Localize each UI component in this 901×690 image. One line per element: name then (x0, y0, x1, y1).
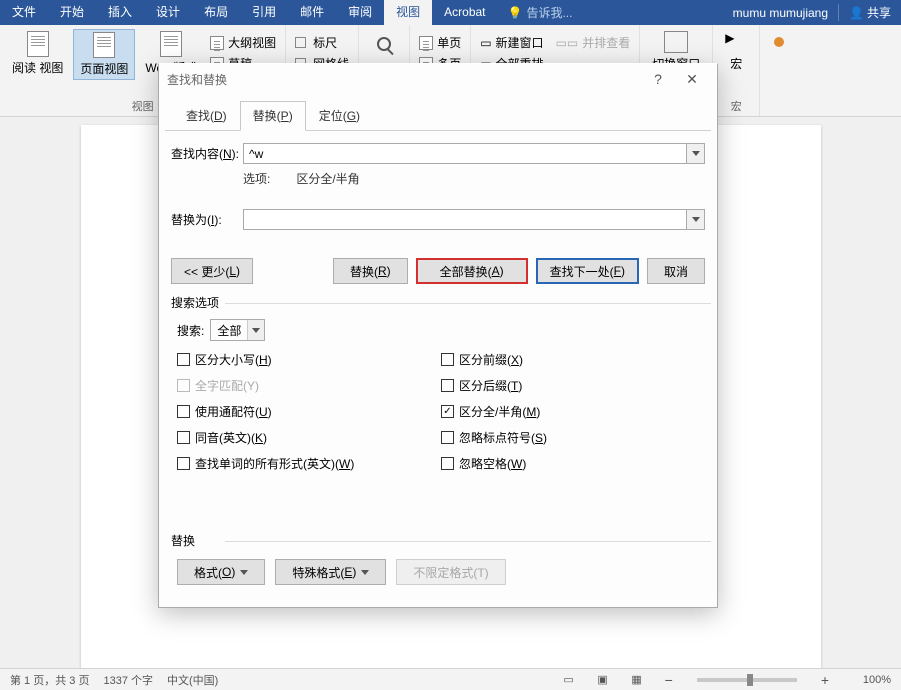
ignore-space-checkbox[interactable]: 忽略空格(W) (441, 455, 705, 472)
whole-word-checkbox: 全字匹配(Y) (177, 377, 441, 394)
tab-layout[interactable]: 布局 (192, 0, 240, 25)
macros-button[interactable]: ▶ 宏 (719, 29, 753, 74)
find-what-input[interactable] (243, 143, 686, 164)
cancel-button[interactable]: 取消 (647, 258, 705, 284)
special-button[interactable]: 特殊格式(E) (275, 559, 386, 585)
checked-icon: ✓ (441, 405, 454, 418)
match-suffix-checkbox[interactable]: 区分后缀(T) (441, 377, 705, 394)
replace-button[interactable]: 替换(R) (333, 258, 408, 284)
chevron-down-icon (361, 570, 369, 575)
outline-view-button[interactable]: 大纲视图 (207, 33, 279, 52)
find-replace-dialog: 查找和替换 ? ✕ 查找(D) 替换(P) 定位(G) 查找内容(N): 选项:… (158, 63, 718, 608)
share-icon: 👤 (849, 6, 864, 20)
document-icon (93, 32, 115, 58)
document-icon (160, 31, 182, 57)
search-direction-select[interactable]: 全部 (210, 319, 265, 341)
ruler-checkbox[interactable]: 标尺 (292, 33, 352, 52)
tab-review[interactable]: 审阅 (336, 0, 384, 25)
magnifier-icon (371, 31, 397, 57)
document-icon (27, 31, 49, 57)
chevron-down-icon (692, 151, 700, 156)
tab-goto[interactable]: 定位(G) (306, 101, 373, 131)
zoom-level[interactable]: 100% (847, 674, 891, 686)
zoom-out-button[interactable]: − (661, 672, 677, 688)
new-window-button[interactable]: ▭新建窗口 (477, 33, 546, 52)
options-value: 区分全/半角 (296, 172, 359, 186)
tell-me-search[interactable]: 💡 告诉我... (498, 4, 583, 21)
replace-section-heading: 替换 (171, 534, 195, 548)
slider-thumb-icon (747, 674, 753, 686)
account-name[interactable]: mumu mumujiang (723, 6, 838, 20)
replace-with-input[interactable] (243, 209, 686, 230)
tab-acrobat[interactable]: Acrobat (432, 0, 497, 25)
replace-with-label: 替换为(I): (171, 211, 243, 228)
print-layout-view-button[interactable]: ▣ (593, 672, 613, 688)
page-count[interactable]: 第 1 页，共 3 页 (10, 672, 89, 688)
bulb-icon: 💡 (508, 6, 523, 20)
ignore-punct-checkbox[interactable]: 忽略标点符号(S) (441, 429, 705, 446)
window-icon: ▭ (480, 36, 491, 50)
dialog-help-button[interactable]: ? (641, 67, 675, 91)
options-label: 选项: (243, 170, 293, 187)
search-options-heading: 搜索选项 (171, 296, 219, 310)
outline-icon (210, 36, 224, 50)
tab-find[interactable]: 查找(D) (173, 101, 240, 131)
tab-mailings[interactable]: 邮件 (288, 0, 336, 25)
word-count[interactable]: 1337 个字 (103, 672, 153, 688)
tab-home[interactable]: 开始 (48, 0, 96, 25)
tab-file[interactable]: 文件 (0, 0, 48, 25)
read-mode-button[interactable]: 阅读 视图 (6, 29, 69, 80)
zoom-in-button[interactable]: + (817, 672, 833, 688)
find-next-button[interactable]: 查找下一处(F) (536, 258, 639, 284)
zoom-slider[interactable] (697, 678, 797, 682)
word-forms-checkbox[interactable]: 查找单词的所有形式(英文)(W) (177, 455, 441, 472)
tab-view[interactable]: 视图 (384, 0, 432, 25)
sounds-like-checkbox[interactable]: 同音(英文)(K) (177, 429, 441, 446)
chevron-down-icon (692, 217, 700, 222)
tab-design[interactable]: 设计 (144, 0, 192, 25)
format-button[interactable]: 格式(O) (177, 559, 265, 585)
chevron-down-icon (252, 328, 260, 333)
wildcards-checkbox[interactable]: 使用通配符(U) (177, 403, 441, 420)
tab-replace[interactable]: 替换(P) (240, 101, 306, 131)
macro-icon: ▶ (725, 31, 747, 53)
language-indicator[interactable]: 中文(中国) (167, 672, 218, 688)
tab-references[interactable]: 引用 (240, 0, 288, 25)
page-icon (419, 36, 433, 50)
one-page-button[interactable]: 单页 (416, 33, 464, 52)
read-mode-view-button[interactable]: ▭ (559, 672, 579, 688)
record-indicator-icon (774, 37, 784, 47)
status-bar: 第 1 页，共 3 页 1337 个字 中文(中国) ▭ ▣ ▦ − + 100… (0, 668, 901, 690)
zoom-button[interactable] (365, 29, 403, 59)
chevron-down-icon (240, 570, 248, 575)
share-button[interactable]: 👤 共享 (838, 4, 901, 21)
search-direction-label: 搜索: (177, 322, 204, 339)
replace-all-button[interactable]: 全部替换(A) (416, 258, 528, 284)
side-by-side-button[interactable]: ▭▭并排查看 (553, 33, 634, 52)
checkbox-icon (295, 37, 306, 48)
sidebyside-icon: ▭▭ (556, 36, 579, 50)
find-what-dropdown[interactable] (686, 143, 705, 164)
tab-insert[interactable]: 插入 (96, 0, 144, 25)
find-what-label: 查找内容(N): (171, 145, 243, 162)
match-case-checkbox[interactable]: 区分大小写(H) (177, 351, 441, 368)
dialog-close-button[interactable]: ✕ (675, 67, 709, 91)
web-layout-view-button[interactable]: ▦ (627, 672, 647, 688)
replace-with-dropdown[interactable] (686, 209, 705, 230)
match-prefix-checkbox[interactable]: 区分前缀(X) (441, 351, 705, 368)
windows-icon (664, 31, 688, 53)
print-layout-button[interactable]: 页面视图 (73, 29, 135, 80)
dialog-title: 查找和替换 (167, 71, 641, 88)
full-half-width-checkbox[interactable]: ✓区分全/半角(M) (441, 403, 705, 420)
less-button[interactable]: << 更少(L) (171, 258, 253, 284)
ribbon-tabs: 文件 开始 插入 设计 布局 引用 邮件 审阅 视图 Acrobat 💡 告诉我… (0, 0, 901, 25)
no-formatting-button: 不限定格式(T) (396, 559, 505, 585)
